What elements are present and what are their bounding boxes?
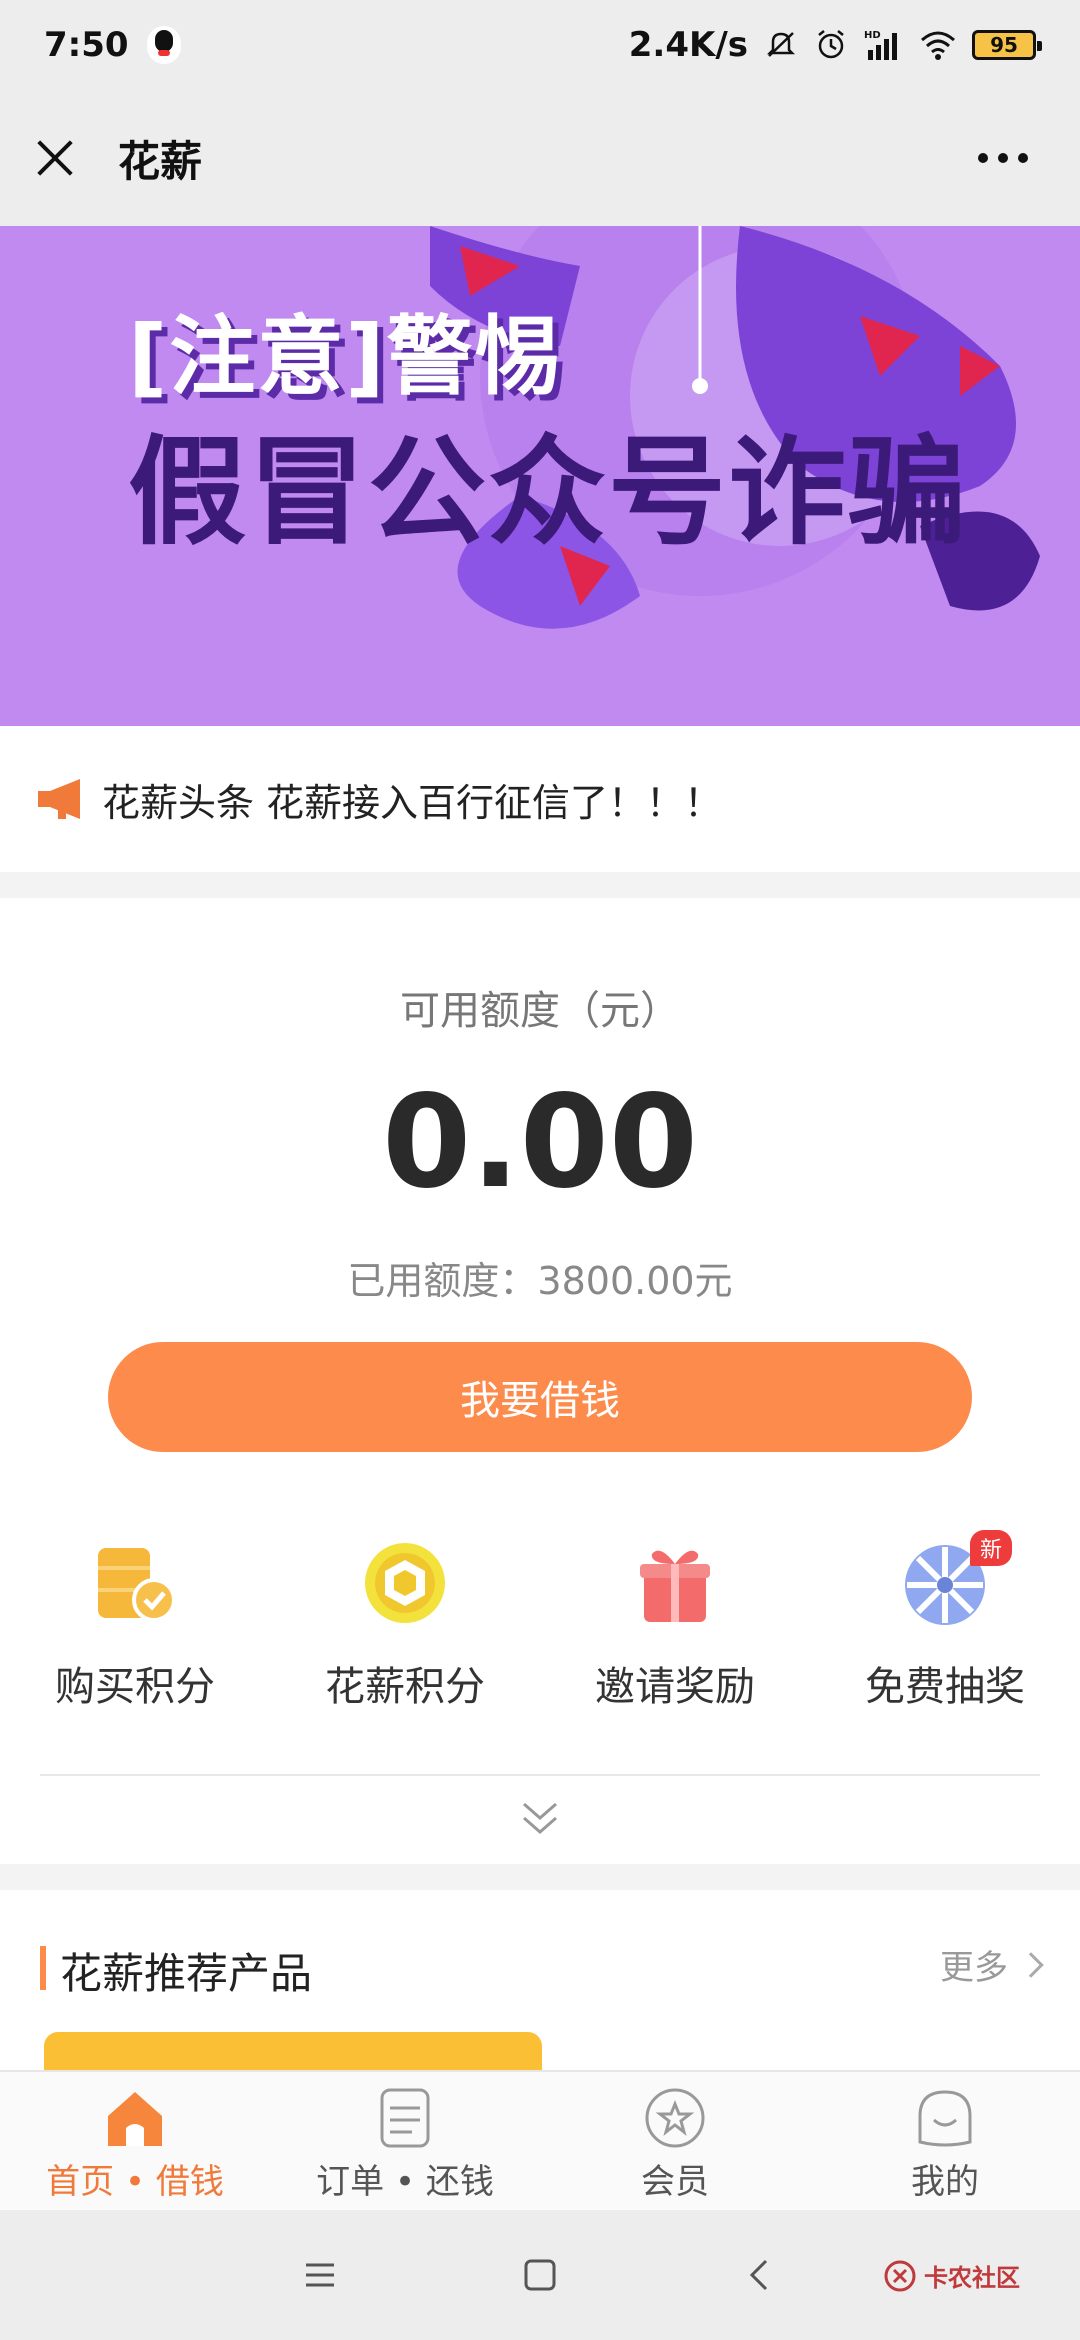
more-dot: [978, 153, 988, 163]
points-icon: [365, 1543, 445, 1623]
recommend-section: 花薪推荐产品 更多: [0, 1890, 1080, 2070]
headline-strip[interactable]: 花薪头条 花薪接入百行征信了！！！: [0, 726, 1080, 872]
coins-icon: [98, 1548, 176, 1622]
order-icon: [380, 2088, 430, 2148]
back-icon[interactable]: [740, 2255, 780, 2295]
nav-home[interactable]: 首页 • 借钱: [0, 2072, 270, 2210]
nav-profile[interactable]: 我的: [810, 2072, 1080, 2210]
recommend-title: 花薪推荐产品: [60, 1949, 313, 1998]
page-title: 花薪: [118, 136, 203, 186]
nav-label: 会员: [641, 2162, 709, 2202]
more-icon[interactable]: [978, 153, 1048, 163]
banner-line2: 假冒公众号诈骗: [128, 423, 969, 561]
feature-label: 免费抽奖: [865, 1664, 1025, 1710]
section-accent-bar: [40, 1946, 46, 1990]
lottery-wheel-wrap: 新: [900, 1530, 1012, 1628]
status-left: 7:50: [44, 25, 181, 65]
wifi-icon: [921, 31, 955, 60]
title-bar: 花薪: [0, 90, 1080, 226]
more-label: 更多: [940, 1948, 1008, 1988]
product-card[interactable]: [44, 2032, 542, 2070]
system-nav: 卡农社区: [0, 2210, 1080, 2340]
menu-icon[interactable]: [300, 2255, 340, 2295]
more-dot: [1018, 153, 1028, 163]
headline-text: 花薪接入百行征信了！！！: [266, 780, 723, 825]
borrow-button[interactable]: 我要借钱: [108, 1342, 972, 1452]
feature-invite-reward[interactable]: 邀请奖励: [540, 1538, 810, 1712]
banner-line1: [注意]警惕: [128, 307, 563, 407]
watermark-text: 卡农社区: [924, 2264, 1020, 2292]
feature-free-lottery[interactable]: 新 免费抽奖: [810, 1530, 1080, 1712]
nav-label: 首页 • 借钱: [46, 2162, 224, 2202]
chevron-right-icon: [1018, 1951, 1044, 1978]
alarm-icon: [818, 30, 844, 59]
available-amount: 0.00: [382, 1068, 698, 1217]
battery-icon: 95: [972, 30, 1042, 60]
feature-grid: 购买积分 花薪积分 邀请奖励 新 免费抽奖: [0, 1530, 1080, 1712]
watermark-logo-icon: [884, 2260, 916, 2291]
divider: [40, 1774, 1040, 1776]
new-badge: 新: [969, 1530, 1012, 1566]
app-screen: 7:50 2.4K/s HD 95 花薪 [注意]警惕 假冒公众号诈骗 花薪头条…: [0, 0, 1080, 2340]
feature-label: 花薪积分: [325, 1664, 485, 1710]
feature-buy-points[interactable]: 购买积分: [0, 1538, 270, 1712]
feature-label: 购买积分: [55, 1664, 215, 1710]
more-link[interactable]: 更多: [940, 1940, 1044, 1989]
star-icon: [645, 2088, 705, 2148]
status-time: 7:50: [44, 25, 129, 65]
bottom-nav: 首页 • 借钱 订单 • 还钱 会员 我的: [0, 2070, 1080, 2210]
double-chevron-down-icon[interactable]: [518, 1794, 562, 1844]
profile-icon: [918, 2090, 972, 2147]
nav-member[interactable]: 会员: [540, 2072, 810, 2210]
nav-label: 订单 • 还钱: [316, 2162, 494, 2202]
feature-huaxin-points[interactable]: 花薪积分: [270, 1538, 540, 1712]
net-speed: 2.4K/s: [628, 25, 748, 65]
feature-label: 邀请奖励: [595, 1664, 755, 1710]
status-bar: 7:50 2.4K/s HD 95: [0, 0, 1080, 90]
home-icon: [108, 2092, 162, 2146]
more-dot: [998, 153, 1008, 163]
megaphone-icon: [38, 779, 80, 819]
cell-signal-icon: HD: [864, 30, 897, 60]
status-right: 2.4K/s HD 95: [628, 25, 1042, 65]
gift-icon: [640, 1550, 710, 1622]
home-square-icon[interactable]: [520, 2255, 560, 2295]
nav-orders[interactable]: 订单 • 还钱: [270, 2072, 540, 2210]
credit-card: 可用额度（元） 0.00 已用额度：3800.00元 我要借钱 购买积分 花薪积…: [0, 898, 1080, 1864]
watermark: 卡农社区: [884, 2258, 1020, 2293]
qq-icon: [146, 26, 181, 64]
close-icon[interactable]: [32, 135, 78, 181]
warning-banner[interactable]: [注意]警惕 假冒公众号诈骗: [0, 226, 1080, 726]
nav-label: 我的: [911, 2162, 979, 2202]
mute-icon: [766, 32, 796, 57]
used-amount: 已用额度：3800.00元: [347, 1259, 733, 1303]
available-label: 可用额度（元）: [400, 988, 680, 1034]
headline-tag: 花薪头条: [102, 780, 255, 825]
signal-hd-label: HD: [864, 30, 881, 41]
